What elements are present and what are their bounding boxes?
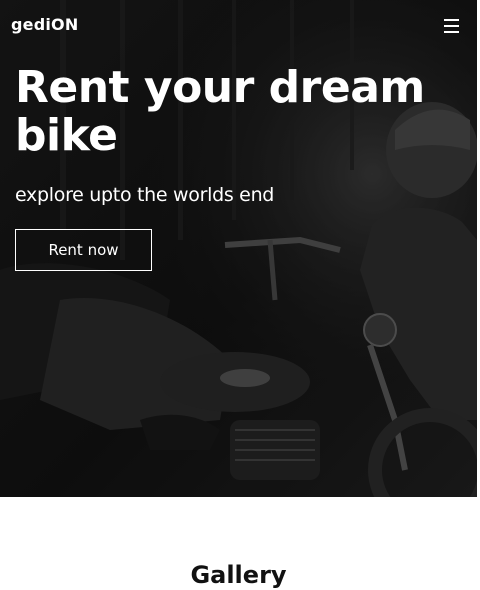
menu-line-icon bbox=[444, 31, 459, 33]
gallery-heading: Gallery bbox=[190, 561, 287, 589]
navbar: gediON bbox=[0, 0, 477, 52]
rent-now-button[interactable]: Rent now bbox=[15, 229, 152, 271]
menu-line-icon bbox=[444, 19, 459, 21]
menu-line-icon bbox=[444, 25, 459, 27]
hero-tagline: explore upto the worlds end bbox=[15, 184, 275, 206]
hero-headline: Rent your dream bike bbox=[15, 62, 425, 161]
hamburger-menu-icon[interactable] bbox=[441, 16, 461, 36]
brand-logo[interactable]: gediON bbox=[11, 15, 78, 34]
hero-section: gediON Rent your dream bike explore upto… bbox=[0, 0, 477, 497]
